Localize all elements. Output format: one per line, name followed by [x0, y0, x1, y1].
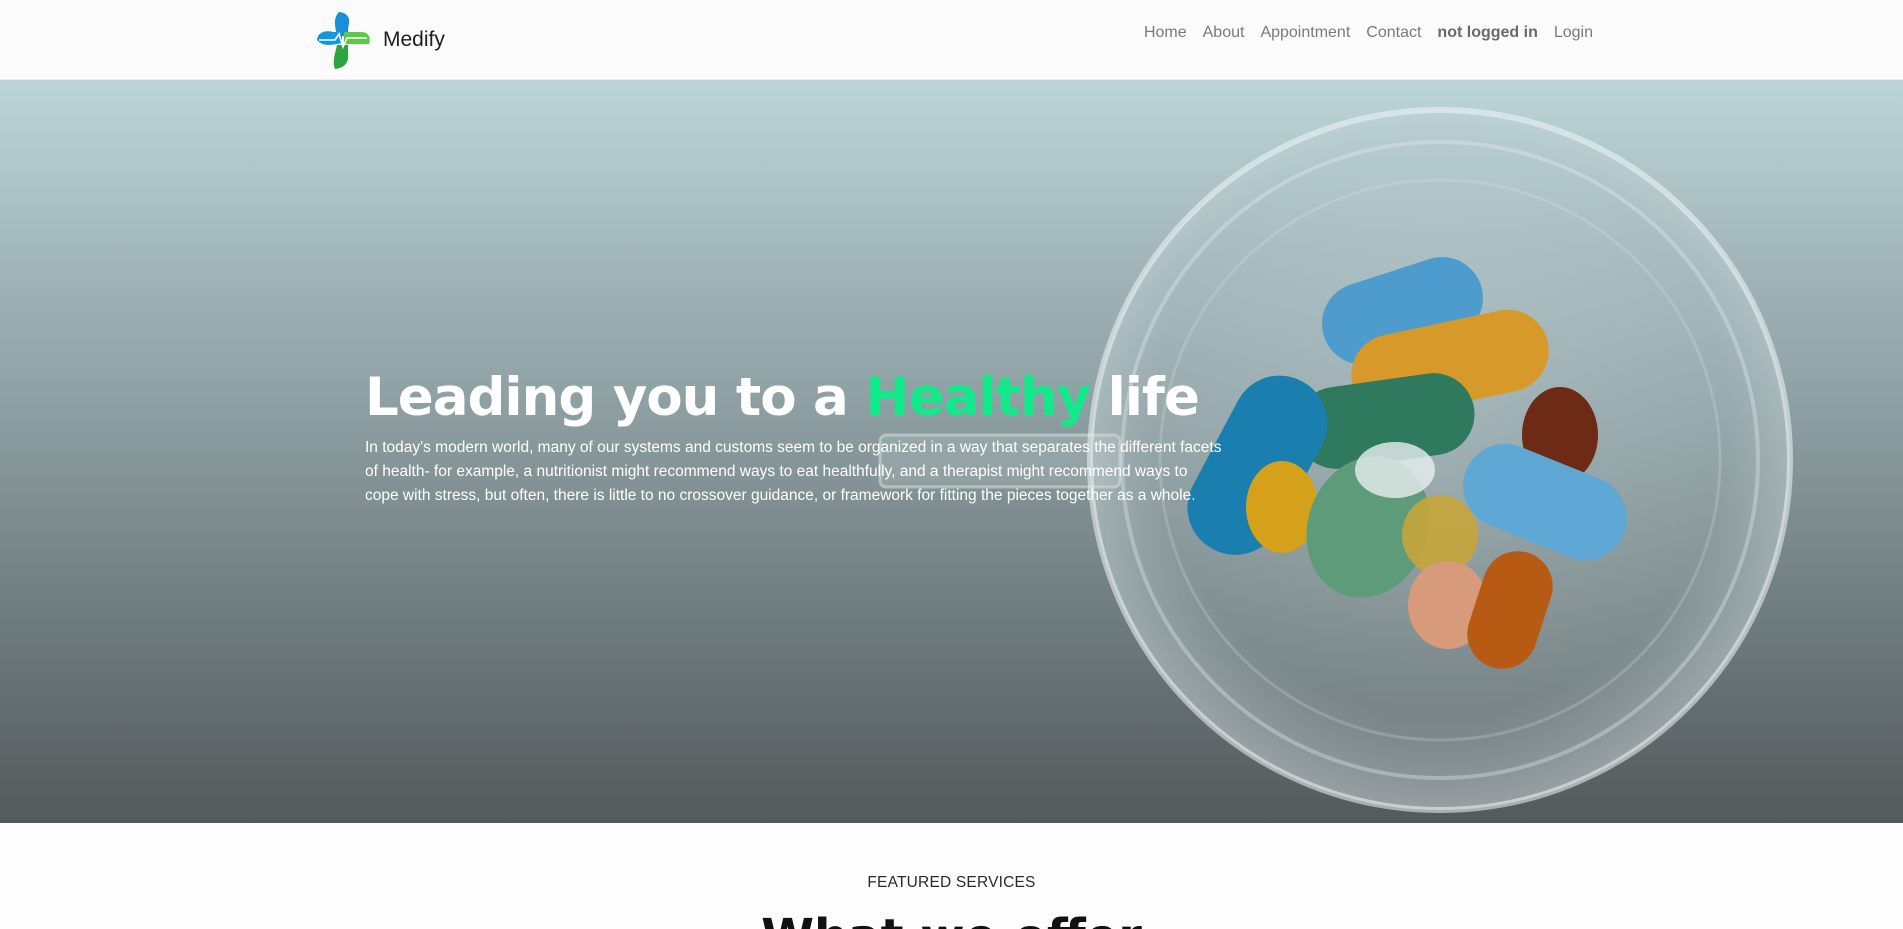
nav-about[interactable]: About — [1203, 24, 1245, 42]
nav-home[interactable]: Home — [1144, 24, 1187, 42]
login-status-text: not logged in — [1437, 24, 1538, 41]
navbar: Medify Home About Appointment Contact no… — [0, 0, 1903, 80]
hero-title: Leading you to a Healthy life — [365, 363, 1225, 433]
nav-appointment[interactable]: Appointment — [1260, 24, 1350, 42]
hero-paragraph: In today's modern world, many of our sys… — [365, 439, 1222, 504]
nav-login[interactable]: Login — [1554, 24, 1593, 42]
featured-services-label: FEATURED SERVICES — [867, 874, 1036, 891]
nav-contact[interactable]: Contact — [1366, 24, 1421, 42]
featured-services-section: FEATURED SERVICES What we offer — [0, 823, 1903, 929]
hero-title-accent: Healthy — [865, 367, 1091, 428]
featured-services-heading: What we offer — [0, 909, 1903, 929]
main-nav: Home About Appointment Contact not logge… — [1144, 0, 1593, 66]
brand-name: Medify — [383, 28, 445, 51]
hero-content: Leading you to a Healthy life In today's… — [365, 363, 1225, 508]
brand[interactable]: Medify — [315, 10, 445, 70]
hero-section: Leading you to a Healthy life In today's… — [0, 80, 1903, 823]
medical-cross-logo-icon — [317, 12, 370, 69]
hero-title-suffix: life — [1090, 367, 1200, 428]
hero-title-prefix: Leading you to a — [365, 367, 866, 428]
